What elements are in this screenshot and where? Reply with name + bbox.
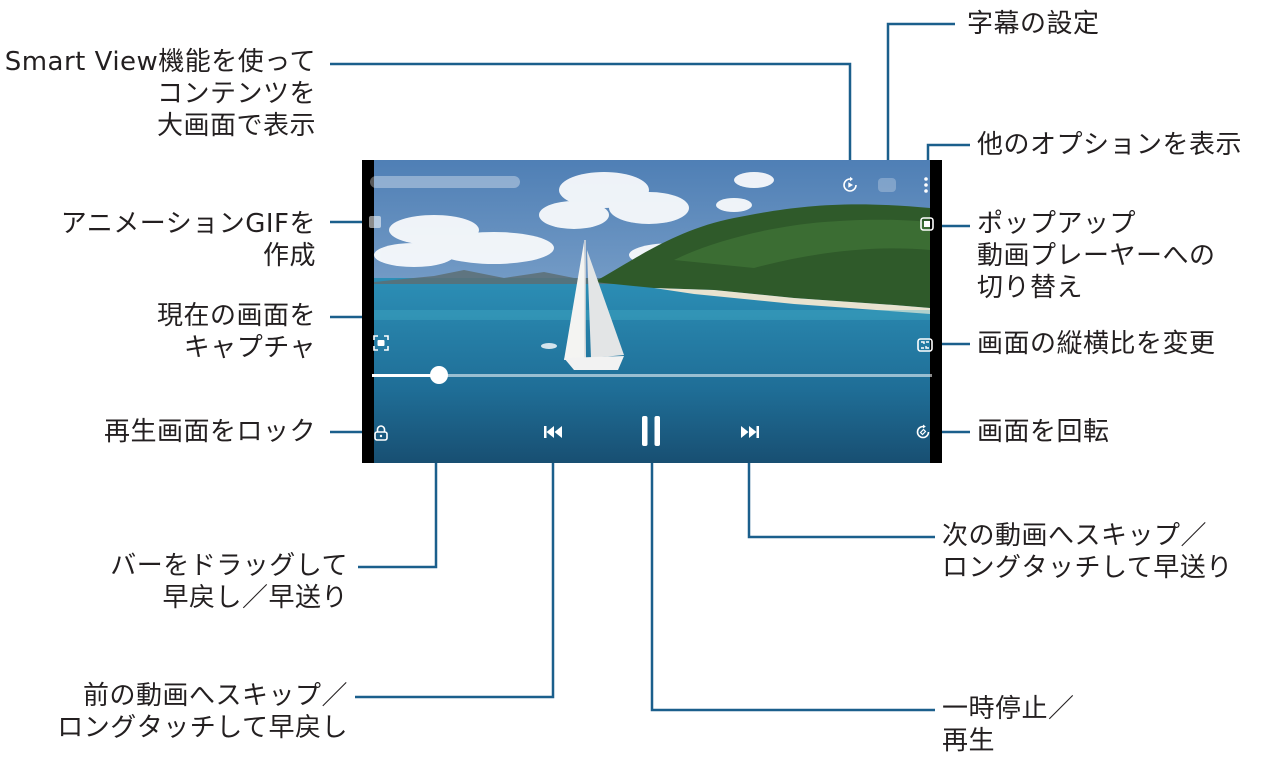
label-capture: 現在の画面を キャプチャ — [156, 301, 316, 363]
capture-button[interactable] — [370, 332, 392, 354]
capture-icon — [373, 335, 389, 351]
seek-bar[interactable] — [372, 366, 932, 384]
label-pause: 一時停止／ 再生 — [942, 694, 1075, 756]
lock-icon — [374, 425, 388, 441]
rotate-icon — [916, 424, 930, 439]
subtitle-icon — [878, 178, 896, 192]
label-rotate: 画面を回転 — [977, 417, 1110, 447]
aspect-ratio-button[interactable] — [914, 334, 936, 356]
pause-button[interactable] — [638, 414, 664, 448]
video-player[interactable] — [362, 160, 942, 463]
video-title — [370, 176, 520, 188]
label-aspect-ratio: 画面の縦横比を変更 — [977, 329, 1216, 359]
seek-bar-progress — [372, 374, 439, 377]
label-popup-player: ポップアップ 動画プレーヤーへの 切り替え — [977, 209, 1216, 303]
label-subtitle-settings: 字幕の設定 — [967, 9, 1100, 39]
aspect-ratio-icon — [917, 338, 933, 352]
label-more-options: 他のオプションを表示 — [977, 130, 1243, 160]
previous-icon — [544, 426, 562, 438]
seek-bar-thumb[interactable] — [430, 366, 448, 384]
smart-view-icon — [843, 176, 857, 192]
next-icon — [741, 426, 759, 438]
lock-button[interactable] — [370, 422, 392, 444]
next-button[interactable] — [738, 420, 762, 444]
line-pause — [650, 450, 935, 712]
pause-icon — [642, 416, 660, 446]
more-options-button[interactable] — [918, 172, 934, 198]
label-next: 次の動画へスキップ／ ロングタッチして早送り — [942, 521, 1233, 583]
gif-button[interactable] — [366, 213, 384, 231]
line-previous — [355, 445, 555, 699]
popup-player-icon — [920, 217, 934, 231]
label-seek-drag: バーをドラッグして 早戻し／早送り — [110, 551, 348, 613]
subtitle-button[interactable] — [877, 175, 897, 195]
label-previous: 前の動画へスキップ／ ロングタッチして早戻し — [57, 681, 348, 743]
line-subtitle — [886, 22, 955, 180]
rotate-button[interactable] — [912, 421, 934, 443]
popup-player-button[interactable] — [918, 215, 936, 233]
gif-icon — [369, 216, 381, 228]
more-options-icon — [924, 177, 928, 193]
smart-view-button[interactable] — [840, 175, 860, 195]
label-lock: 再生画面をロック — [103, 417, 316, 447]
previous-button[interactable] — [541, 420, 565, 444]
label-gif: アニメーションGIFを 作成 — [60, 209, 316, 271]
label-smart-view: Smart View機能を使って コンテンツを 大画面で表示 — [4, 47, 316, 141]
